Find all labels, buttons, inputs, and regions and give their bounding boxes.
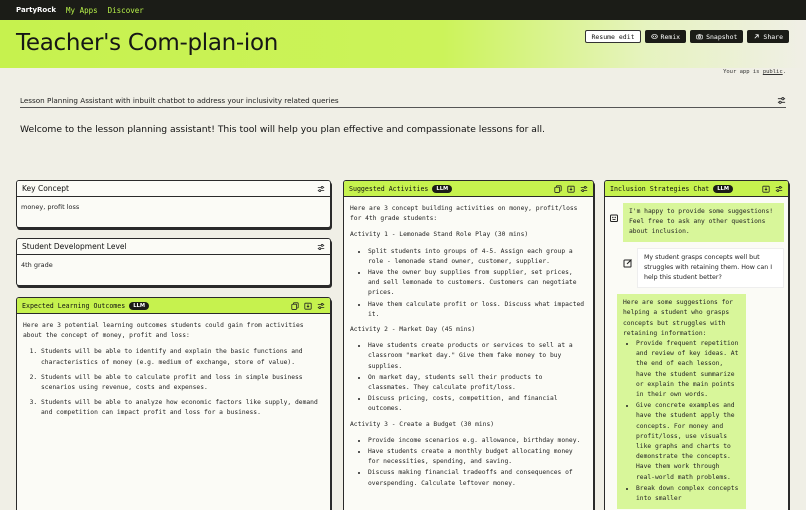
copy-icon[interactable] [554,184,562,193]
list-item: Students will be able to calculate profi… [41,373,324,393]
chat-title: Inclusion Strategies Chat [610,184,710,193]
activity-list: Split students into groups of 4-5. Assig… [350,247,587,320]
activity-heading: Activity 3 - Create a Budget (30 mins) [350,420,495,428]
user-message-bubble: My student grasps concepts well but stru… [637,247,784,289]
copy-icon[interactable] [291,301,299,310]
list-item: Students will be able to identify and ex… [41,347,324,367]
list-item: Have the owner buy supplies from supplie… [368,268,587,299]
activity-list: Have students create products or service… [350,341,587,414]
remix-button[interactable]: Remix [644,30,687,43]
key-concept-toolbar [317,185,325,193]
key-concept-input[interactable]: money, profit loss [17,197,330,217]
student-level-widget: Student Development Level 4th grade [16,238,331,286]
activities-toolbar [554,184,588,193]
sliders-icon[interactable] [317,243,325,251]
list-item: Give concrete examples and have the stud… [636,401,740,483]
public-status-suffix: . [782,69,786,75]
chat-toolbar [762,185,783,193]
llm-badge: LLM [129,301,149,310]
welcome-text: Welcome to the lesson planning assistant… [20,124,545,135]
chat-messages: I'm happy to provide some suggestions! F… [605,197,788,510]
key-concept-widget: Key Concept money, profit loss [16,180,331,228]
activities-widget: Suggested Activities LLM Here are 3 conc… [343,180,594,510]
sliders-icon[interactable] [777,96,786,105]
chat-message-user: My student grasps concepts well but stru… [623,247,784,289]
list-item: Students will be able to analyze how eco… [41,398,324,418]
outcomes-content: Here are 3 potential learning outcomes s… [17,314,330,431]
student-level-toolbar [317,243,325,251]
camera-icon [696,34,703,40]
brand-logo[interactable]: PartyRock [16,6,56,14]
sliders-icon[interactable] [580,185,588,193]
list-item: Have them calculate profit or loss. Disc… [368,300,587,320]
sliders-icon[interactable] [775,185,783,193]
outcomes-widget: Expected Learning Outcomes LLM Here are … [16,297,331,510]
key-concept-header: Key Concept [17,181,330,197]
list-item: Provide frequent repetition and review o… [636,339,740,400]
chat-header: Inclusion Strategies Chat LLM [605,181,788,197]
top-nav: PartyRock My Apps Discover [0,0,806,20]
list-item: Have students create a monthly budget al… [368,447,587,467]
save-icon[interactable] [762,185,770,193]
outcomes-toolbar [291,301,325,310]
nav-discover[interactable]: Discover [108,6,144,15]
outcomes-list: Students will be able to identify and ex… [23,347,324,418]
activity-list: Provide income scenarios e.g. allowance,… [350,436,587,489]
ai-message-bubble: I'm happy to provide some suggestions! F… [623,203,784,242]
outcomes-title: Expected Learning Outcomes [22,301,126,310]
student-level-input[interactable]: 4th grade [17,255,330,275]
sliders-icon[interactable] [317,302,325,310]
activities-title: Suggested Activities [349,184,429,193]
remix-label: Remix [660,32,681,41]
chat-widget: Inclusion Strategies Chat LLM I'm happy … [604,180,789,510]
list-item: Have students create products or service… [368,341,587,372]
sliders-icon[interactable] [317,185,325,193]
student-level-title: Student Development Level [22,242,127,251]
robot-icon [610,214,618,222]
header-actions: Resume edit Remix Snapshot Share [585,30,789,43]
snapshot-button[interactable]: Snapshot [690,30,744,43]
ai-reply-intro: Here are some suggestions for helping a … [623,299,733,337]
key-concept-title: Key Concept [22,184,69,193]
activities-content: Here are 3 concept building activities o… [344,197,593,501]
app-description-text: Lesson Planning Assistant with inbuilt c… [20,95,339,105]
activity-heading: Activity 1 - Lemonade Stand Role Play (3… [350,231,529,239]
student-level-header: Student Development Level [17,239,330,255]
app-header: Teacher's Com-plan-ion Resume edit Remix… [0,20,806,75]
list-item: Discuss pricing, costs, competition, and… [368,394,587,414]
share-button[interactable]: Share [747,30,789,43]
list-item: Provide income scenarios e.g. allowance,… [368,436,587,446]
snapshot-label: Snapshot [706,32,738,41]
list-item: Break down complex concepts into smaller [636,484,740,504]
outcomes-intro: Here are 3 potential learning outcomes s… [23,322,304,340]
app-title: Teacher's Com-plan-ion [16,30,279,56]
activities-intro: Here are 3 concept building activities o… [350,205,578,223]
app-description: Lesson Planning Assistant with inbuilt c… [20,93,786,108]
list-item: Discuss making financial tradeoffs and c… [368,468,587,488]
activity-heading: Activity 2 - Market Day (45 mins) [350,326,476,334]
public-status-prefix: Your app is [723,69,763,75]
ai-message-bubble: Here are some suggestions for helping a … [617,294,746,510]
chat-message-ai: I'm happy to provide some suggestions! F… [609,203,784,242]
arrow-up-right-icon [754,34,760,39]
public-status: Your app is public. [723,69,786,75]
list-item: Split students into groups of 4-5. Assig… [368,247,587,267]
llm-badge: LLM [713,184,734,193]
list-item: On market day, students sell their produ… [368,373,587,393]
activities-header: Suggested Activities LLM [344,181,593,197]
llm-badge: LLM [432,184,453,193]
nav-my-apps[interactable]: My Apps [66,6,98,15]
save-icon[interactable] [304,302,312,310]
edit-icon [623,258,632,268]
public-link[interactable]: public [763,69,783,75]
outcomes-header: Expected Learning Outcomes LLM [17,298,330,314]
save-icon[interactable] [567,185,575,193]
resume-edit-button[interactable]: Resume edit [585,30,641,43]
chat-message-ai: Here are some suggestions for helping a … [617,294,746,510]
ai-reply-list: Provide frequent repetition and review o… [623,339,740,504]
remix-icon [650,34,658,39]
resume-edit-label: Resume edit [591,32,635,41]
share-label: Share [763,32,783,41]
